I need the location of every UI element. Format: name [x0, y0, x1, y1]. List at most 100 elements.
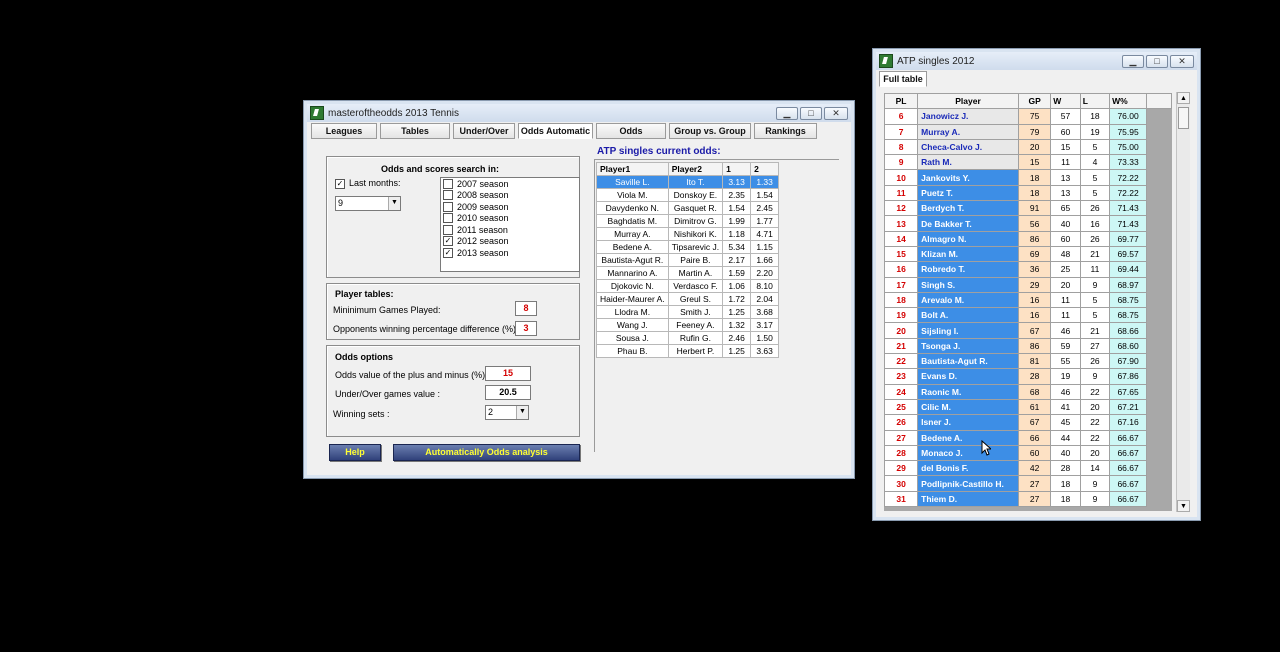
odds-col-player2[interactable]: Player2: [667, 162, 724, 176]
ranking-table-row[interactable]: 13 De Bakker T. 56 40 16 71.43: [884, 215, 1172, 232]
close-icon[interactable]: ✕: [1170, 54, 1194, 68]
rank-col-l[interactable]: L: [1079, 93, 1111, 110]
plus-minus-input[interactable]: 15: [485, 366, 531, 381]
ranking-table-row[interactable]: 27 Bedene A. 66 44 22 66.67: [884, 429, 1172, 446]
season-option[interactable]: 2008 season: [441, 190, 579, 202]
odds-table-row[interactable]: Djokovic N. Verdasco F. 1.06 8.10: [596, 279, 780, 293]
odds-table-row[interactable]: Bedene A. Tipsarevic J. 5.34 1.15: [596, 240, 780, 254]
odds-table-row[interactable]: Haider-Maurer A. Greul S. 1.72 2.04: [596, 292, 780, 306]
season-option[interactable]: ✓ 2012 season: [441, 236, 579, 248]
tab-rankings[interactable]: Rankings: [754, 123, 817, 139]
maximize-icon[interactable]: □: [800, 106, 822, 120]
odds-table-row[interactable]: Wang J. Feeney A. 1.32 3.17: [596, 318, 780, 332]
ranking-table-row[interactable]: 28 Monaco J. 60 40 20 66.67: [884, 444, 1172, 462]
season-checkbox[interactable]: [443, 190, 453, 201]
minimize-icon[interactable]: ▁: [776, 106, 798, 120]
tab-group-vs-group[interactable]: Group vs. Group: [669, 123, 751, 139]
odds-table-row[interactable]: Mannarino A. Martin A. 1.59 2.20: [596, 266, 780, 280]
season-option[interactable]: 2009 season: [441, 201, 579, 213]
tab-odds[interactable]: Odds: [596, 123, 666, 139]
odds-table-row[interactable]: Viola M. Donskoy E. 2.35 1.54: [596, 188, 780, 202]
ranking-table-row[interactable]: 25 Cilic M. 61 41 20 67.21: [884, 398, 1172, 416]
rank-cell-gp: 67: [1017, 322, 1052, 339]
last-months-checkbox[interactable]: ✓: [335, 178, 345, 189]
tab-tables[interactable]: Tables: [380, 123, 450, 139]
minimize-icon[interactable]: ▁: [1122, 54, 1144, 68]
last-months-option[interactable]: ✓ Last months:: [335, 178, 401, 189]
season-checkbox[interactable]: [443, 224, 453, 235]
season-option[interactable]: ✓ 2013 season: [441, 247, 579, 259]
odds-table-row[interactable]: Phau B. Herbert P. 1.25 3.63: [596, 344, 780, 358]
main-titlebar[interactable]: masteroftheodds 2013 Tennis ▁ □ ✕: [307, 104, 851, 122]
min-games-input[interactable]: 8: [515, 301, 537, 316]
odds-col-2[interactable]: 2: [750, 162, 780, 176]
tab-full-table[interactable]: Full table: [879, 71, 927, 87]
ranking-table-row[interactable]: 15 Klizan M. 69 48 21 69.57: [884, 245, 1172, 263]
season-checkbox[interactable]: ✓: [443, 236, 453, 247]
odds-table-row[interactable]: Baghdatis M. Dimitrov G. 1.99 1.77: [596, 214, 780, 228]
ranking-scrollbar[interactable]: ▲ ▼: [1176, 92, 1190, 512]
winning-sets-select[interactable]: 2 ▼: [485, 405, 529, 420]
odds-table-row[interactable]: Bautista-Agut R. Paire B. 2.17 1.66: [596, 253, 780, 267]
ranking-table-row[interactable]: 29 del Bonis F. 42 28 14 66.67: [884, 460, 1172, 477]
ranking-table-row[interactable]: 21 Tsonga J. 86 59 27 68.60: [884, 337, 1172, 355]
scroll-thumb[interactable]: [1178, 107, 1189, 129]
ranking-table-row[interactable]: 12 Berdych T. 91 65 26 71.43: [884, 200, 1172, 217]
odds-col-1[interactable]: 1: [722, 162, 752, 176]
ranking-table-row[interactable]: 20 Sijsling I. 67 46 21 68.66: [884, 322, 1172, 339]
ranking-table-row[interactable]: 7 Murray A. 79 60 19 75.95: [884, 123, 1172, 140]
ranking-table-row[interactable]: 16 Robredo T. 36 25 11 69.44: [884, 261, 1172, 278]
ranking-table-row[interactable]: 23 Evans D. 28 19 9 67.86: [884, 368, 1172, 385]
ranking-table-row[interactable]: 19 Bolt A. 16 11 5 68.75: [884, 307, 1172, 324]
rank-col-gp[interactable]: GP: [1017, 93, 1052, 110]
season-option[interactable]: 2010 season: [441, 213, 579, 225]
ranking-table-row[interactable]: 6 Janowicz J. 75 57 18 76.00: [884, 108, 1172, 125]
rank-col-wpct[interactable]: W%: [1109, 93, 1148, 110]
ranking-table-row[interactable]: 10 Jankovits Y. 18 13 5 72.22: [884, 169, 1172, 186]
help-button[interactable]: Help: [329, 444, 381, 461]
ranking-table-row[interactable]: 26 Isner J. 67 45 22 67.16: [884, 414, 1172, 431]
scroll-down-icon[interactable]: ▼: [1177, 500, 1190, 512]
odds-table-row[interactable]: Murray A. Nishikori K. 1.18 4.71: [596, 227, 780, 241]
chevron-down-icon[interactable]: ▼: [388, 197, 400, 210]
chevron-down-icon[interactable]: ▼: [516, 406, 528, 419]
ranking-table-row[interactable]: 14 Almagro N. 86 60 26 69.77: [884, 230, 1172, 247]
season-checkbox[interactable]: [443, 201, 453, 212]
season-checkbox[interactable]: [443, 213, 453, 224]
season-option[interactable]: 2011 season: [441, 224, 579, 236]
tab-leagues[interactable]: Leagues: [311, 123, 377, 139]
rank-col-player[interactable]: Player: [917, 93, 1019, 110]
close-icon[interactable]: ✕: [824, 106, 848, 120]
tab-under-over[interactable]: Under/Over: [453, 123, 515, 139]
ranking-table-row[interactable]: 18 Arevalo M. 16 11 5 68.75: [884, 291, 1172, 309]
odds-table-row[interactable]: Llodra M. Smith J. 1.25 3.68: [596, 305, 780, 319]
ranking-table-row[interactable]: 24 Raonic M. 68 46 22 67.65: [884, 383, 1172, 400]
odds-col-player1[interactable]: Player1: [596, 162, 669, 176]
ranking-table-row[interactable]: 9 Rath M. 15 11 4 73.33: [884, 154, 1172, 171]
analysis-button[interactable]: Automatically Odds analysis: [393, 444, 580, 461]
opp-pct-input[interactable]: 3: [515, 321, 537, 336]
rank-col-w[interactable]: W: [1050, 93, 1081, 110]
season-list[interactable]: 2007 season 2008 season 2009 season 2010 se…: [440, 177, 580, 272]
season-checkbox[interactable]: ✓: [443, 247, 453, 258]
season-checkbox[interactable]: [443, 178, 453, 189]
rank-cell-w: 13: [1050, 184, 1081, 202]
under-over-input[interactable]: 20.5: [485, 385, 531, 400]
odds-table-row[interactable]: Saville L. Ito T. 3.13 1.33: [596, 175, 780, 189]
maximize-icon[interactable]: □: [1146, 54, 1168, 68]
ranking-table-row[interactable]: 11 Puetz T. 18 13 5 72.22: [884, 184, 1172, 202]
odds-cell-2: 3.68: [750, 305, 780, 319]
ranking-table-row[interactable]: 31 Thiem D. 27 18 9 66.67: [884, 490, 1172, 508]
last-months-select[interactable]: 9 ▼: [335, 196, 401, 211]
season-option[interactable]: 2007 season: [441, 178, 579, 190]
ranking-table-row[interactable]: 22 Bautista-Agut R. 81 55 26 67.90: [884, 353, 1172, 370]
rank-col-pl[interactable]: PL: [884, 93, 919, 110]
ranking-table-row[interactable]: 8 Checa-Calvo J. 20 15 5 75.00: [884, 138, 1172, 156]
ranking-table-row[interactable]: 30 Podlipnik-Castillo H. 27 18 9 66.67: [884, 475, 1172, 492]
odds-table-row[interactable]: Davydenko N. Gasquet R. 1.54 2.45: [596, 201, 780, 215]
scroll-up-icon[interactable]: ▲: [1177, 92, 1190, 104]
tab-odds-automatic[interactable]: Odds Automatic: [518, 123, 593, 139]
ranking-table-row[interactable]: 17 Singh S. 29 20 9 68.97: [884, 276, 1172, 293]
ranking-titlebar[interactable]: ATP singles 2012 ▁ □ ✕: [876, 52, 1197, 70]
odds-table-row[interactable]: Sousa J. Rufin G. 2.46 1.50: [596, 331, 780, 345]
